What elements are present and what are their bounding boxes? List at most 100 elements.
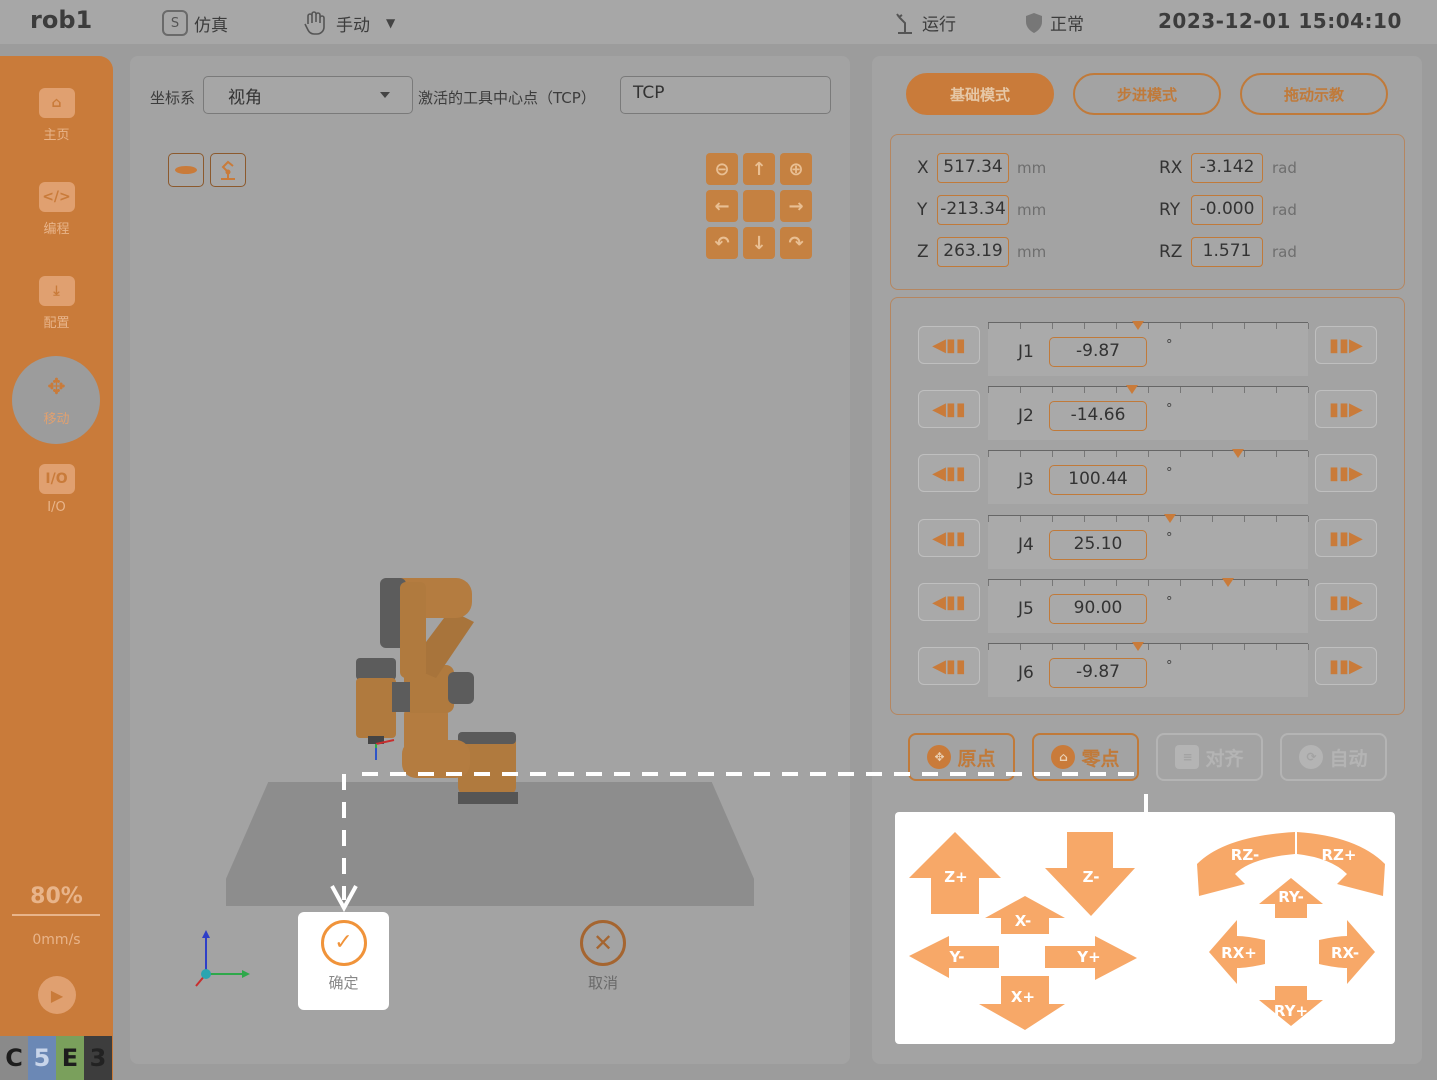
joint-slider[interactable] bbox=[988, 321, 1309, 376]
sidebar-item-move[interactable]: ✥ 移动 bbox=[0, 372, 113, 428]
joint-name: J1 bbox=[1018, 342, 1034, 362]
joint-unit: ° bbox=[1166, 466, 1173, 481]
joint-name: J2 bbox=[1018, 406, 1034, 426]
joint-value[interactable]: -9.87 bbox=[1049, 658, 1147, 688]
slider-tick bbox=[1052, 323, 1053, 329]
tcp-field[interactable]: TCP bbox=[620, 76, 831, 114]
zoom-in-icon[interactable]: ⊕ bbox=[780, 153, 812, 185]
auto-button[interactable]: ⟳ 自动 bbox=[1280, 733, 1387, 781]
slider-tick bbox=[1308, 516, 1309, 522]
ry-plus-label: RY+ bbox=[1274, 1002, 1308, 1020]
manual-label: 手动 bbox=[336, 15, 370, 36]
joint-slider[interactable] bbox=[988, 578, 1309, 633]
coord-ry-value[interactable]: -0.000 bbox=[1191, 195, 1263, 225]
joint-slider[interactable] bbox=[988, 449, 1309, 504]
hand-icon bbox=[304, 11, 325, 35]
coord-y-value[interactable]: -213.34 bbox=[937, 195, 1009, 225]
mode-step-button[interactable]: 步进模式 bbox=[1073, 73, 1221, 115]
coord-rz-value[interactable]: 1.571 bbox=[1191, 237, 1263, 267]
coord-system-label: 坐标系 bbox=[150, 89, 196, 107]
joint-minus-button[interactable]: ◀▮▮ bbox=[918, 519, 980, 557]
joint-position-marker[interactable] bbox=[1132, 321, 1144, 330]
slider-tick bbox=[1212, 323, 1213, 329]
jog-left-icon: ◀▮▮ bbox=[932, 334, 966, 356]
confirm-button[interactable]: ✓ 确定 bbox=[298, 912, 389, 1010]
joint-slider[interactable] bbox=[988, 642, 1309, 697]
sidebar-item-home[interactable]: ⌂ 主页 bbox=[0, 88, 113, 143]
sim-mode-indicator[interactable]: S 仿真 bbox=[162, 10, 228, 36]
joint-position-marker[interactable] bbox=[1232, 449, 1244, 458]
slider-tick bbox=[1212, 387, 1213, 393]
joint-plus-button[interactable]: ▮▮▶ bbox=[1315, 326, 1377, 364]
align-icon: ≡ bbox=[1175, 745, 1200, 769]
mode-basic-button[interactable]: 基础模式 bbox=[906, 73, 1054, 115]
coord-z-unit: mm bbox=[1017, 243, 1047, 261]
cancel-button[interactable]: ✕ 取消 bbox=[558, 918, 648, 993]
coord-x-value[interactable]: 517.34 bbox=[937, 153, 1009, 183]
joint-plus-button[interactable]: ▮▮▶ bbox=[1315, 454, 1377, 492]
right-arrow-icon[interactable]: → bbox=[780, 190, 812, 222]
joint-value[interactable]: 90.00 bbox=[1049, 594, 1147, 624]
joint-plus-button[interactable]: ▮▮▶ bbox=[1315, 583, 1377, 621]
action-label: 自动 bbox=[1329, 747, 1368, 770]
joint-position-marker[interactable] bbox=[1126, 385, 1138, 394]
badge-e: E bbox=[56, 1036, 84, 1080]
joint-value[interactable]: -9.87 bbox=[1049, 337, 1147, 367]
joint-minus-button[interactable]: ◀▮▮ bbox=[918, 390, 980, 428]
speed-divider bbox=[12, 914, 100, 916]
coord-system-select[interactable]: 视角 bbox=[203, 76, 413, 114]
slider-tick bbox=[1276, 451, 1277, 457]
slider-tick bbox=[1276, 580, 1277, 586]
joint-position-marker[interactable] bbox=[1132, 642, 1144, 651]
manual-mode-dropdown[interactable]: 手动 ▼ bbox=[302, 10, 395, 36]
joint-value[interactable]: 100.44 bbox=[1049, 465, 1147, 495]
joint-minus-button[interactable]: ◀▮▮ bbox=[918, 647, 980, 685]
center-view-button[interactable] bbox=[743, 190, 775, 222]
joint-minus-button[interactable]: ◀▮▮ bbox=[918, 326, 980, 364]
jog-left-icon: ◀▮▮ bbox=[932, 462, 966, 484]
coord-z-value[interactable]: 263.19 bbox=[937, 237, 1009, 267]
joint-plus-button[interactable]: ▮▮▶ bbox=[1315, 647, 1377, 685]
slider-tick bbox=[1180, 516, 1181, 522]
rotate-left-icon[interactable]: ↶ bbox=[706, 227, 738, 259]
robot-view-button[interactable] bbox=[210, 153, 246, 187]
left-arrow-icon[interactable]: ← bbox=[706, 190, 738, 222]
sidebar-item-program[interactable]: </> 编程 bbox=[0, 182, 113, 237]
joint-slider[interactable] bbox=[988, 514, 1309, 569]
rotate-right-icon[interactable]: ↷ bbox=[780, 227, 812, 259]
sidebar-item-io[interactable]: I/O I/O bbox=[0, 464, 113, 515]
joint-position-marker[interactable] bbox=[1222, 578, 1234, 587]
play-icon[interactable]: ▶ bbox=[38, 976, 76, 1014]
align-button[interactable]: ≡ 对齐 bbox=[1156, 733, 1263, 781]
down-arrow-icon[interactable]: ↓ bbox=[743, 227, 775, 259]
joint-minus-button[interactable]: ◀▮▮ bbox=[918, 583, 980, 621]
slider-tick bbox=[988, 323, 989, 329]
joint-name: J6 bbox=[1018, 663, 1034, 683]
coord-rz-unit: rad bbox=[1272, 243, 1297, 261]
coord-rx-value[interactable]: -3.142 bbox=[1191, 153, 1263, 183]
x-minus-label: X- bbox=[1015, 912, 1032, 930]
slider-tick bbox=[1244, 516, 1245, 522]
zoom-out-icon[interactable]: ⊖ bbox=[706, 153, 738, 185]
joint-value[interactable]: 25.10 bbox=[1049, 530, 1147, 560]
coord-y-unit: mm bbox=[1017, 201, 1047, 219]
jog-right-icon: ▮▮▶ bbox=[1329, 398, 1363, 420]
sidebar-item-config[interactable]: ⤓ 配置 bbox=[0, 276, 113, 331]
up-arrow-icon[interactable]: ↑ bbox=[743, 153, 775, 185]
coord-y-label: Y bbox=[917, 200, 928, 220]
joint-name: J4 bbox=[1018, 535, 1034, 555]
plate-icon bbox=[175, 166, 197, 174]
slider-tick bbox=[1212, 516, 1213, 522]
speed-percent[interactable]: 80% bbox=[0, 884, 113, 909]
joint-plus-button[interactable]: ▮▮▶ bbox=[1315, 390, 1377, 428]
joint-value[interactable]: -14.66 bbox=[1049, 401, 1147, 431]
sim-label: 仿真 bbox=[194, 15, 228, 36]
mode-drag-teach-button[interactable]: 拖动示教 bbox=[1240, 73, 1388, 115]
slider-tick bbox=[1052, 644, 1053, 650]
joint-plus-button[interactable]: ▮▮▶ bbox=[1315, 519, 1377, 557]
joint-position-marker[interactable] bbox=[1164, 514, 1176, 523]
sidebar: ⌂ 主页 </> 编程 ⤓ 配置 ✥ 移动 I/O I/O 80% 0mm/s … bbox=[0, 56, 113, 1080]
joint-minus-button[interactable]: ◀▮▮ bbox=[918, 454, 980, 492]
joint-slider[interactable] bbox=[988, 385, 1309, 440]
base-view-button[interactable] bbox=[168, 153, 204, 187]
